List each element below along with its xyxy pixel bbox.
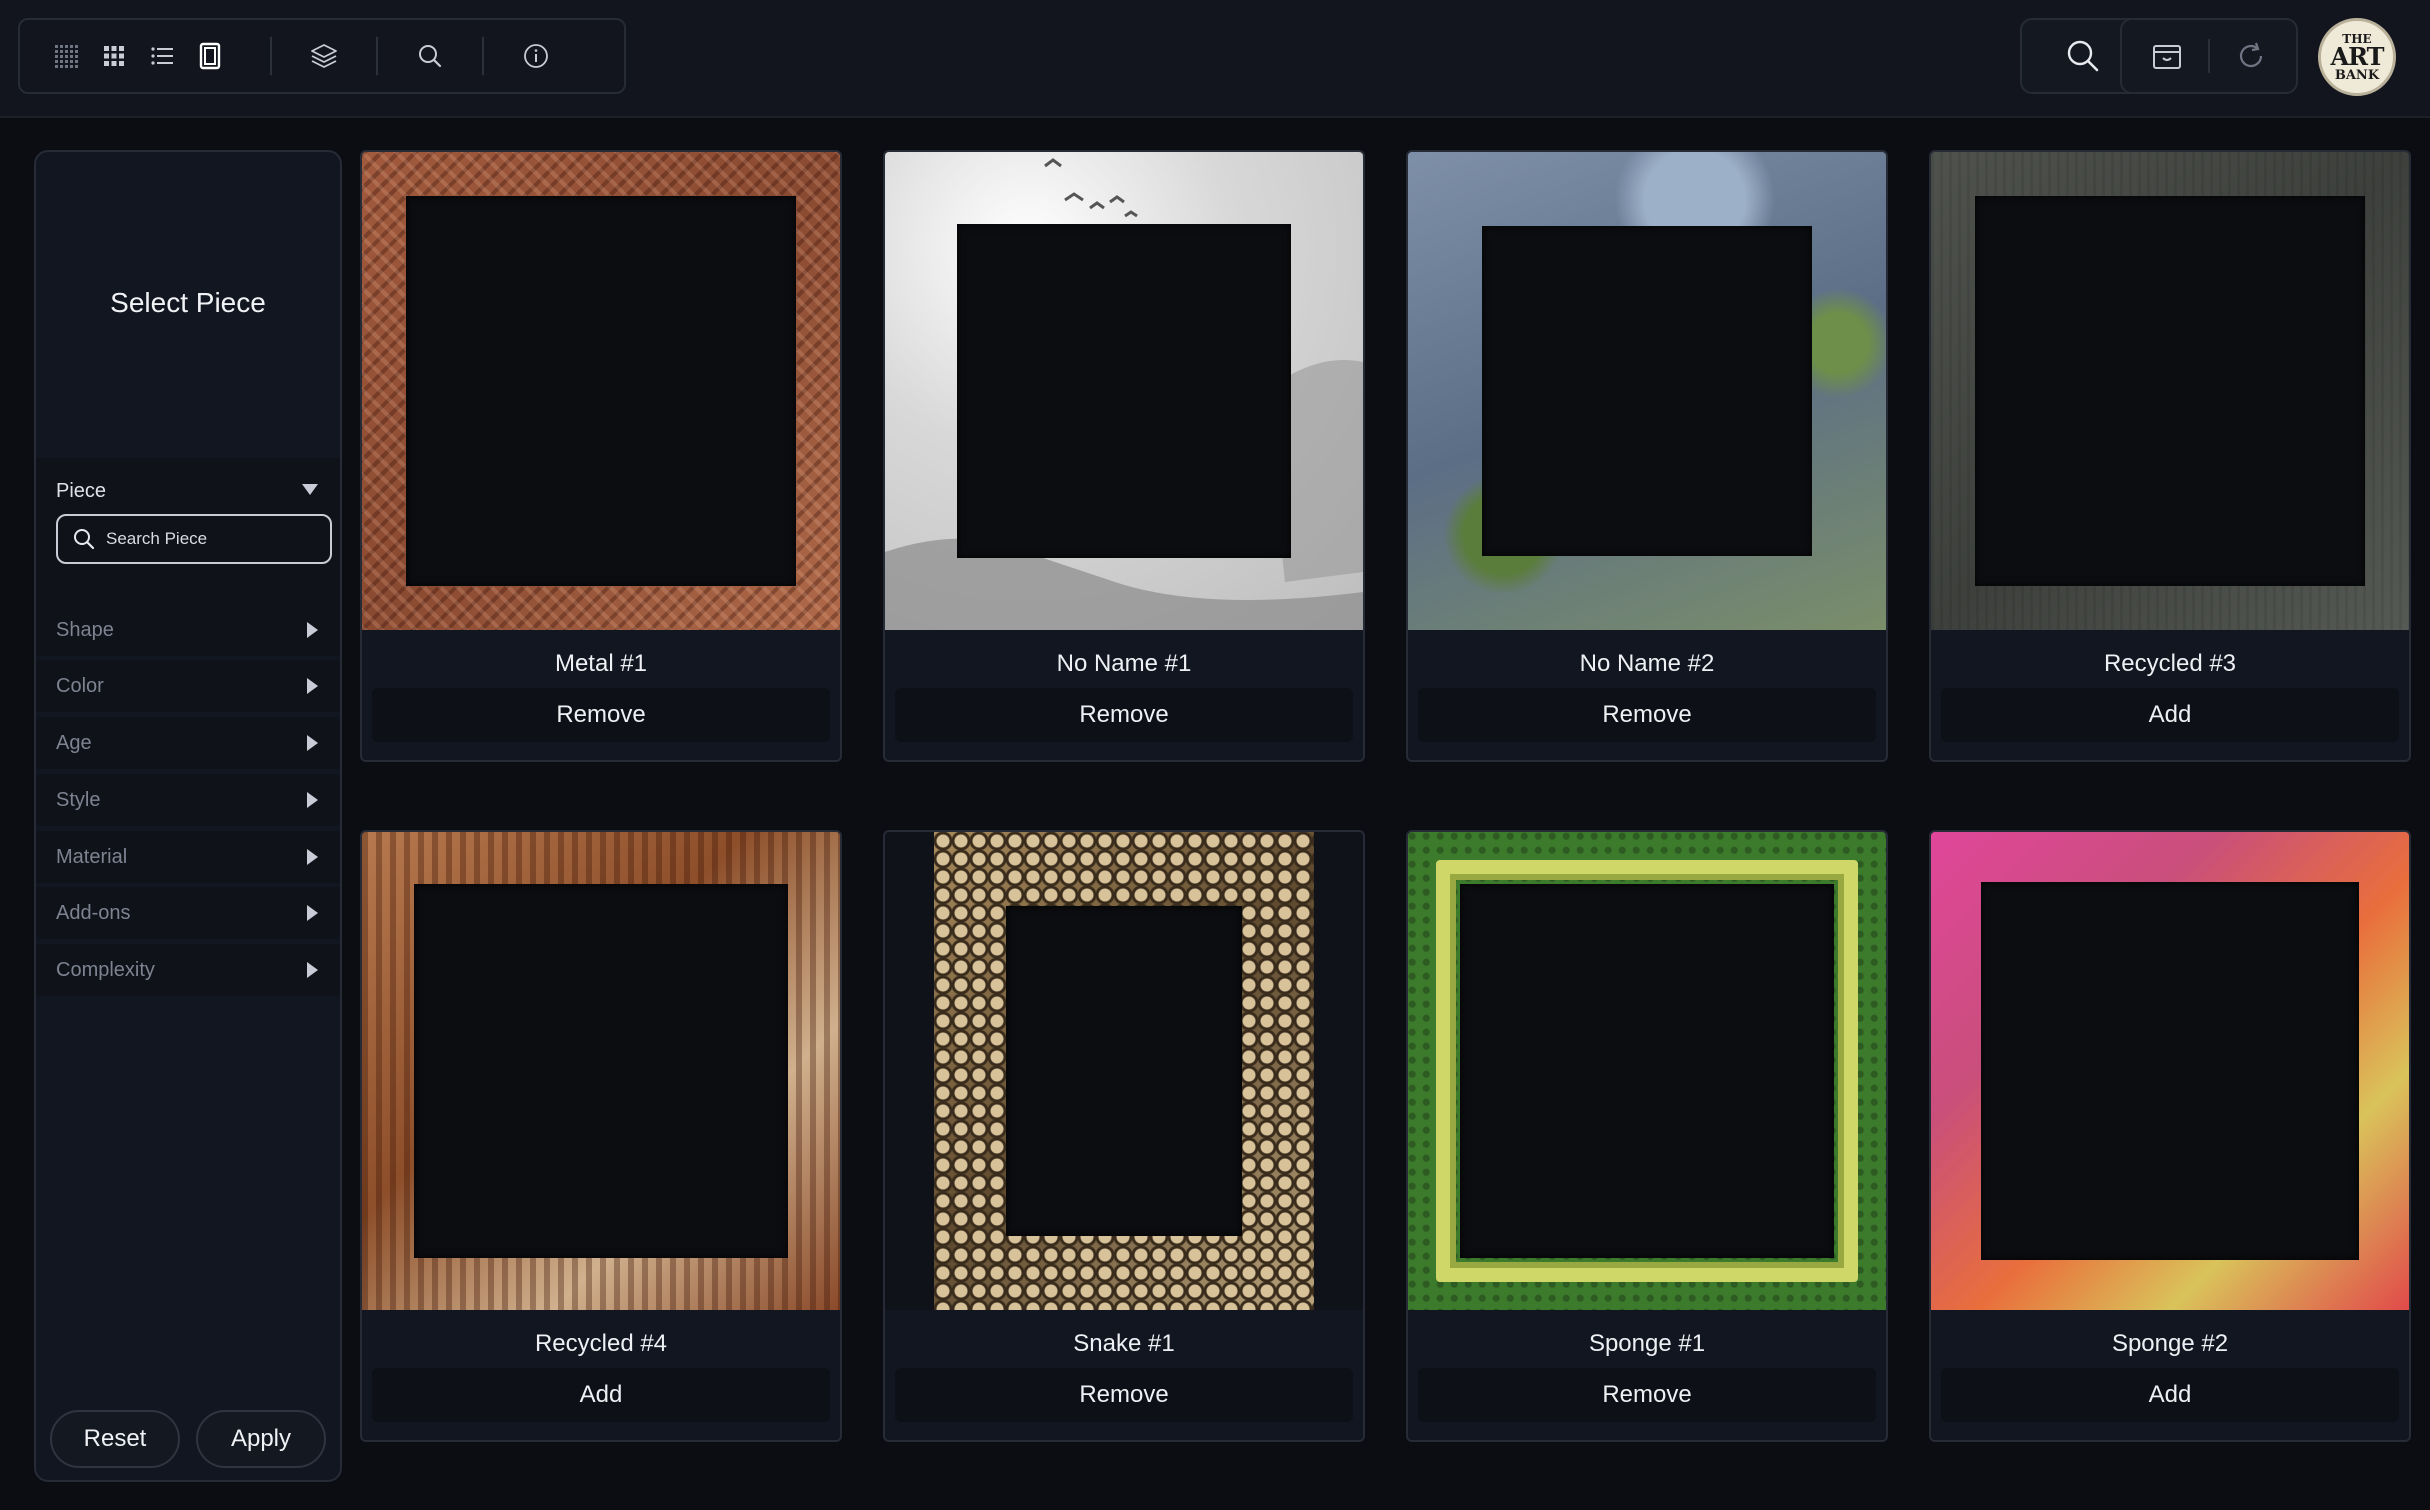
filter-color[interactable]: Color [36, 660, 340, 712]
frame-name: Sponge #2 [2111, 1330, 2229, 1357]
single-view-icon [199, 42, 221, 70]
frame-opening [1975, 196, 2365, 586]
layers-button[interactable] [300, 32, 348, 80]
art-bank-logo[interactable]: THE ART BANK [2318, 18, 2396, 96]
refresh-icon [2239, 42, 2263, 68]
piece-filter-label: Piece [56, 480, 107, 502]
piece-search-field[interactable] [56, 514, 332, 564]
frame-card[interactable]: Sponge #2 Add [1929, 830, 2411, 1442]
chevron-right-icon [307, 792, 318, 808]
frame-opening [406, 196, 796, 586]
chevron-right-icon [307, 678, 318, 694]
filter-label: Material [56, 845, 128, 868]
remove-button[interactable]: Remove [1418, 688, 1876, 742]
frame-card[interactable]: Sponge #1 Remove [1406, 830, 1888, 1442]
view-toolbar [18, 18, 626, 94]
header-actions-group [2120, 18, 2298, 94]
toolbar-search-button[interactable] [406, 32, 454, 80]
frame-image [1408, 832, 1886, 1310]
filter-style[interactable]: Style [36, 774, 340, 826]
add-button[interactable]: Add [1941, 1368, 2399, 1422]
filter-label: Add-ons [56, 901, 131, 924]
toolbar-divider [270, 37, 272, 75]
chevron-right-icon [307, 735, 318, 751]
frame-opening [1482, 226, 1812, 556]
grid-small-icon [55, 45, 78, 68]
grid-small-view-button[interactable] [42, 32, 90, 80]
frame-card[interactable]: Recycled #4 Add [360, 830, 842, 1442]
piece-filter-section: Piece [36, 458, 340, 618]
frame-card[interactable]: Snake #1 Remove [883, 830, 1365, 1442]
search-icon [419, 45, 442, 68]
chevron-right-icon [307, 849, 318, 865]
frame-name: Metal #1 [554, 650, 648, 677]
filter-label: Style [56, 788, 101, 811]
filter-age[interactable]: Age [36, 717, 340, 769]
frame-name: Snake #1 [1073, 1330, 1175, 1357]
frame-image [885, 832, 1363, 1310]
frame-image [362, 832, 840, 1310]
reset-button[interactable]: Reset [50, 1410, 180, 1468]
top-bar: THE ART BANK [0, 0, 2430, 118]
select-piece-title: Select Piece [110, 287, 266, 318]
add-button[interactable]: Add [1941, 688, 2399, 742]
filter-label: Color [56, 674, 104, 697]
info-button[interactable] [512, 32, 560, 80]
frame-opening [1981, 882, 2359, 1260]
add-button[interactable]: Add [372, 1368, 830, 1422]
list-view-button[interactable] [138, 32, 186, 80]
info-icon [524, 44, 548, 68]
frame-image [1931, 152, 2409, 630]
archive-button[interactable] [2126, 18, 2208, 94]
logo-text-line: ART [2330, 41, 2384, 71]
chevron-right-icon [307, 962, 318, 978]
list-icon [151, 47, 173, 65]
frame-opening [414, 884, 788, 1258]
filter-label: Shape [56, 618, 114, 641]
remove-button[interactable]: Remove [372, 688, 830, 742]
filter-add-ons[interactable]: Add-ons [36, 887, 340, 939]
toolbar-divider [482, 37, 484, 75]
filter-label: Complexity [56, 958, 155, 981]
filter-complexity[interactable]: Complexity [36, 944, 340, 996]
remove-button[interactable]: Remove [895, 1368, 1353, 1422]
chevron-right-icon [307, 905, 318, 921]
search-icon [2067, 40, 2099, 72]
frame-name: No Name #2 [1579, 650, 1715, 677]
grid-large-icon [104, 46, 124, 66]
filter-material[interactable]: Material [36, 831, 340, 883]
apply-button[interactable]: Apply [196, 1410, 326, 1468]
chevron-right-icon [307, 622, 318, 638]
frame-name: No Name #1 [1056, 650, 1192, 677]
frame-opening [957, 224, 1291, 558]
frame-card[interactable]: No Name #1 Remove [883, 150, 1365, 762]
archive-icon [2153, 45, 2181, 69]
filter-label: Age [56, 731, 92, 754]
frame-image [885, 152, 1363, 630]
chevron-down-icon[interactable] [302, 484, 318, 495]
filter-shape[interactable]: Shape [36, 604, 340, 656]
frame-image [1931, 832, 2409, 1310]
frame-name: Recycled #4 [534, 1330, 668, 1357]
remove-button[interactable]: Remove [895, 688, 1353, 742]
filter-sidebar: Select Piece Piece Shape Color Age Style… [34, 150, 342, 1482]
single-view-button[interactable] [186, 32, 234, 80]
frame-image [1408, 152, 1886, 630]
frame-opening [1006, 906, 1242, 1236]
search-icon [74, 529, 95, 550]
logo-text-line: BANK [2334, 67, 2380, 83]
toolbar-divider [376, 37, 378, 75]
grid-large-view-button[interactable] [90, 32, 138, 80]
frame-card[interactable]: Recycled #3 Add [1929, 150, 2411, 762]
layers-icon [311, 44, 337, 68]
frame-image [362, 152, 840, 630]
piece-search-input[interactable] [106, 529, 316, 549]
remove-button[interactable]: Remove [1418, 1368, 1876, 1422]
frame-name: Sponge #1 [1588, 1330, 1706, 1357]
refresh-button[interactable] [2210, 18, 2292, 94]
frame-opening [1460, 884, 1834, 1258]
frame-card[interactable]: Metal #1 Remove [360, 150, 842, 762]
frame-name: Recycled #3 [2103, 650, 2237, 677]
frame-card[interactable]: No Name #2 Remove [1406, 150, 1888, 762]
